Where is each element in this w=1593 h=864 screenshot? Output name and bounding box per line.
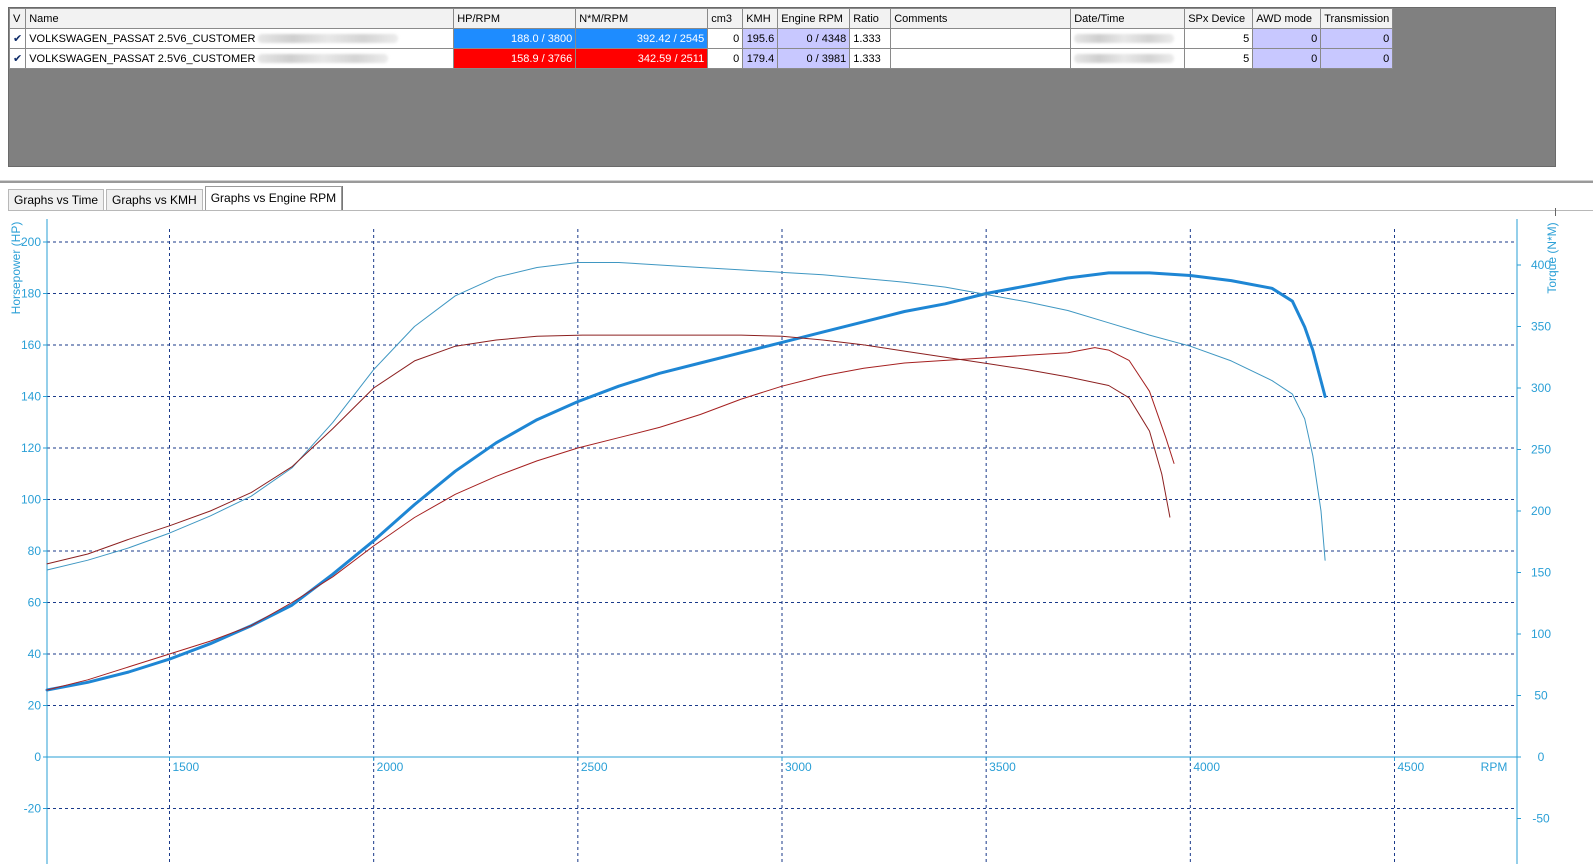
y-tick-label-left: 60	[28, 596, 42, 610]
x-axis-label: RPM	[1481, 760, 1508, 774]
y-tick-label-right: 100	[1531, 627, 1551, 641]
tab-graphs-vs-kmh[interactable]: Graphs vs KMH	[106, 189, 203, 211]
column-header-date-time[interactable]: Date/Time	[1070, 8, 1186, 29]
y-tick-label-left: 120	[21, 441, 41, 455]
y-tick-label-left: 40	[28, 647, 42, 661]
y-tick-label-right: 350	[1531, 320, 1551, 334]
x-tick-label: 3500	[989, 760, 1016, 774]
hp-rpm-cell: 188.0 / 3800	[453, 28, 577, 49]
x-tick-label: 1500	[173, 760, 200, 774]
table-row[interactable]: ✔ VOLKSWAGEN_PASSAT 2.5V6_CUSTOMER 188.0…	[8, 28, 1394, 49]
tab-graphs-vs-engine-rpm[interactable]: Graphs vs Engine RPM	[204, 186, 343, 211]
series-line-3	[46, 262, 1326, 571]
blurred-text	[1074, 34, 1175, 44]
y-tick-label-left: -20	[24, 802, 42, 816]
series-line-4	[46, 334, 1171, 565]
run-name-cell: VOLKSWAGEN_PASSAT 2.5V6_CUSTOMER	[25, 48, 455, 69]
x-tick-label: 3000	[785, 760, 812, 774]
chart-grid	[47, 229, 1517, 864]
y-tick-label-left: 100	[21, 493, 41, 507]
column-header-hp-rpm[interactable]: HP/RPM	[453, 8, 577, 29]
y-tick-label-right: 150	[1531, 566, 1551, 580]
cm3-cell: 0	[707, 48, 744, 69]
column-header-engine-rpm[interactable]: Engine RPM	[777, 8, 851, 29]
transmission-cell: 0	[1320, 28, 1394, 49]
y-tick-label-left: 0	[34, 750, 41, 764]
awd-mode-cell: 0	[1252, 28, 1322, 49]
x-tick-label: 2500	[581, 760, 608, 774]
blurred-text	[258, 34, 399, 44]
transmission-cell: 0	[1320, 48, 1394, 69]
x-tick-label: 4000	[1193, 760, 1220, 774]
kmh-cell: 195.6	[742, 28, 779, 49]
tab-graphs-vs-time[interactable]: Graphs vs Time	[8, 189, 105, 211]
engine-rpm-cell: 0 / 4348	[777, 28, 851, 49]
x-tick-label: 4500	[1398, 760, 1425, 774]
date-time-cell	[1070, 28, 1186, 49]
spx-device-cell: 5	[1184, 48, 1254, 69]
hp-rpm-cell: 158.9 / 3766	[453, 48, 577, 69]
column-header-spx-device[interactable]: SPx Device	[1184, 8, 1254, 29]
table-header-row: V Name HP/RPM N*M/RPM cm3 KMH Engine RPM…	[8, 8, 1394, 29]
nm-rpm-cell: 342.59 / 2511	[575, 48, 709, 69]
column-header-cm3[interactable]: cm3	[707, 8, 744, 29]
run-checkbox[interactable]: ✔	[8, 28, 27, 49]
table-row[interactable]: ✔ VOLKSWAGEN_PASSAT 2.5V6_CUSTOMER 158.9…	[8, 48, 1394, 69]
chart-series	[45, 262, 1327, 692]
column-header-transmission[interactable]: Transmission	[1320, 8, 1394, 29]
column-header-ratio[interactable]: Ratio	[849, 8, 892, 29]
graph-tabs: Graphs vs Time Graphs vs KMH Graphs vs E…	[8, 186, 344, 211]
run-name-cell: VOLKSWAGEN_PASSAT 2.5V6_CUSTOMER	[25, 28, 455, 49]
comments-cell	[890, 28, 1072, 49]
column-header-v[interactable]: V	[8, 8, 27, 29]
runs-table: V Name HP/RPM N*M/RPM cm3 KMH Engine RPM…	[8, 8, 1394, 69]
column-header-name[interactable]: Name	[25, 8, 455, 29]
y-axis-label-left: Horsepower (HP)	[9, 222, 23, 315]
y-tick-label-right: 250	[1531, 443, 1551, 457]
run-name: VOLKSWAGEN_PASSAT 2.5V6_CUSTOMER	[29, 32, 256, 45]
column-header-awd-mode[interactable]: AWD mode	[1252, 8, 1322, 29]
column-header-kmh[interactable]: KMH	[742, 8, 779, 29]
y-tick-label-left: 80	[28, 544, 42, 558]
panel-splitter[interactable]	[0, 180, 1593, 183]
column-header-nm-rpm[interactable]: N*M/RPM	[575, 8, 709, 29]
column-header-comments[interactable]: Comments	[890, 8, 1072, 29]
kmh-cell: 179.4	[742, 48, 779, 69]
y-tick-label-right: 50	[1534, 689, 1548, 703]
y-tick-label-right: 300	[1531, 381, 1551, 395]
date-time-cell	[1070, 48, 1186, 69]
engine-rpm-cell: 0 / 3981	[777, 48, 851, 69]
x-tick-label: 2000	[377, 760, 404, 774]
run-checkbox[interactable]: ✔	[8, 48, 27, 69]
y-tick-label-right: 0	[1538, 750, 1545, 764]
y-tick-label-left: 200	[21, 235, 41, 249]
blurred-text	[1074, 54, 1175, 64]
comments-cell	[890, 48, 1072, 69]
nm-rpm-cell: 392.42 / 2545	[575, 28, 709, 49]
blurred-text	[258, 54, 389, 64]
y-axis-label-right: Torque (N*M)	[1545, 222, 1559, 293]
y-tick-label-left: 140	[21, 390, 41, 404]
y-tick-label-left: 20	[28, 699, 42, 713]
y-tick-label-right: 200	[1531, 504, 1551, 518]
y-tick-label-right: -50	[1532, 812, 1550, 826]
run-name: VOLKSWAGEN_PASSAT 2.5V6_CUSTOMER	[29, 52, 256, 65]
y-tick-label-left: 180	[21, 287, 41, 301]
spx-device-cell: 5	[1184, 28, 1254, 49]
y-tick-label-left: 160	[21, 338, 41, 352]
runs-panel: V Name HP/RPM N*M/RPM cm3 KMH Engine RPM…	[8, 7, 1556, 167]
ratio-cell: 1.333	[849, 48, 892, 69]
ratio-cell: 1.333	[849, 28, 892, 49]
dyno-chart: 1500 2000 2500 3000 3500 4000 4500-20020406080…	[9, 219, 1559, 864]
chart-axes: 1500 2000 2500 3000 3500 4000 4500-20020406080…	[21, 219, 1551, 864]
cm3-cell: 0	[707, 28, 744, 49]
awd-mode-cell: 0	[1252, 48, 1322, 69]
series-line-2	[46, 347, 1175, 691]
